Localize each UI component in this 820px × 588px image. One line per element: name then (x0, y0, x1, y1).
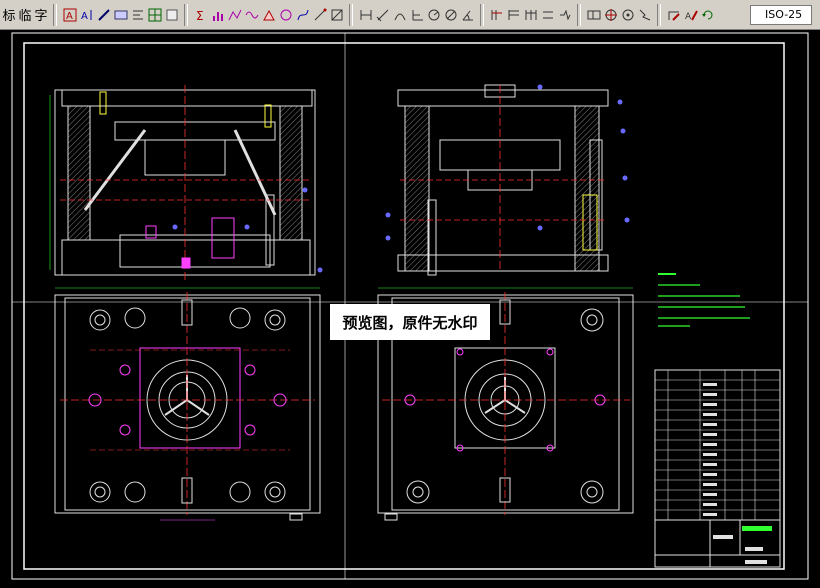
area-icon[interactable] (261, 6, 276, 24)
jogged-icon[interactable] (637, 6, 652, 24)
toolbar-left: 标 临 字 A A Σ A (0, 3, 715, 26)
toolbar-separator (349, 3, 353, 26)
toolbar-char-1[interactable]: 标 (2, 5, 16, 24)
inspect-icon[interactable] (620, 6, 635, 24)
parts-list-rows (655, 379, 780, 516)
measure-icon[interactable] (312, 6, 327, 24)
toolbar-separator (577, 3, 581, 26)
circle-icon[interactable] (278, 6, 293, 24)
chart-icon[interactable] (210, 6, 225, 24)
spline-icon[interactable] (295, 6, 310, 24)
leader-icon[interactable] (329, 6, 344, 24)
technical-notes (658, 273, 750, 327)
dim-quick-icon[interactable] (489, 6, 504, 24)
parts-list-cell-mark (703, 443, 717, 446)
sigma-icon[interactable]: Σ (193, 6, 208, 24)
parts-list-cell-mark (703, 393, 717, 396)
svg-text:A: A (66, 11, 73, 22)
dim-continue-icon[interactable] (523, 6, 538, 24)
parts-list-cell-mark (703, 383, 717, 386)
drawing-canvas[interactable]: 预览图，原件无水印 (0, 30, 820, 584)
text-edit-icon[interactable] (113, 6, 128, 24)
dim-linear-icon[interactable] (358, 6, 373, 24)
parts-list-cell-mark (703, 493, 717, 496)
left-plan-view (54, 287, 321, 521)
pen-icon[interactable] (96, 6, 111, 24)
toolbar-separator (184, 3, 188, 26)
align-icon[interactable] (130, 6, 145, 24)
left-section-view (49, 85, 323, 280)
center-mark-icon[interactable] (603, 6, 618, 24)
dim-arc-icon[interactable] (392, 6, 407, 24)
toolbar-separator (657, 3, 661, 26)
dim-space-icon[interactable] (540, 6, 555, 24)
dim-ordinate-icon[interactable] (409, 6, 424, 24)
parts-list-cell-mark (703, 473, 717, 476)
parts-list-cell-mark (703, 413, 717, 416)
parts-list-cell-mark (703, 513, 717, 516)
wave-icon[interactable] (244, 6, 259, 24)
preview-watermark: 预览图，原件无水印 (330, 304, 490, 340)
svg-text:Σ: Σ (196, 9, 204, 22)
parts-list-cell-mark (703, 403, 717, 406)
parts-list-cell-mark (703, 453, 717, 456)
dim-diameter-icon[interactable] (443, 6, 458, 24)
toolbar-separator (53, 3, 57, 26)
title-block (655, 519, 780, 567)
dim-edit-icon[interactable] (666, 6, 681, 24)
parts-list-cell-mark (703, 503, 717, 506)
parts-list-cell-mark (703, 463, 717, 466)
grid-icon[interactable] (147, 6, 162, 24)
parts-list-cell-mark (703, 483, 717, 486)
toolbar-separator (480, 3, 484, 26)
dim-baseline-icon[interactable] (506, 6, 521, 24)
dim-angular-icon[interactable] (460, 6, 475, 24)
box-icon[interactable] (164, 6, 179, 24)
dim-radius-icon[interactable] (426, 6, 441, 24)
polyline-icon[interactable] (227, 6, 242, 24)
parts-list-cell-mark (703, 433, 717, 436)
dim-aligned-icon[interactable] (375, 6, 390, 24)
tolerance-icon[interactable] (586, 6, 601, 24)
dim-text-edit-icon[interactable]: A (683, 6, 698, 24)
dimension-toolbar: 标 临 字 A A Σ A ISO-25 (0, 0, 820, 30)
svg-text:A: A (685, 12, 692, 22)
right-section-view (385, 84, 630, 276)
parts-list-cell-mark (703, 423, 717, 426)
dim-break-icon[interactable] (557, 6, 572, 24)
svg-text:A: A (81, 11, 88, 22)
dimstyle-dropdown[interactable]: ISO-25 (750, 4, 812, 25)
toolbar-char-2[interactable]: 临 (18, 5, 32, 24)
dim-update-icon[interactable] (700, 6, 715, 24)
text-style-icon[interactable]: A (62, 6, 77, 24)
toolbar-char-3[interactable]: 字 (34, 5, 48, 24)
text-height-icon[interactable]: A (79, 6, 94, 24)
